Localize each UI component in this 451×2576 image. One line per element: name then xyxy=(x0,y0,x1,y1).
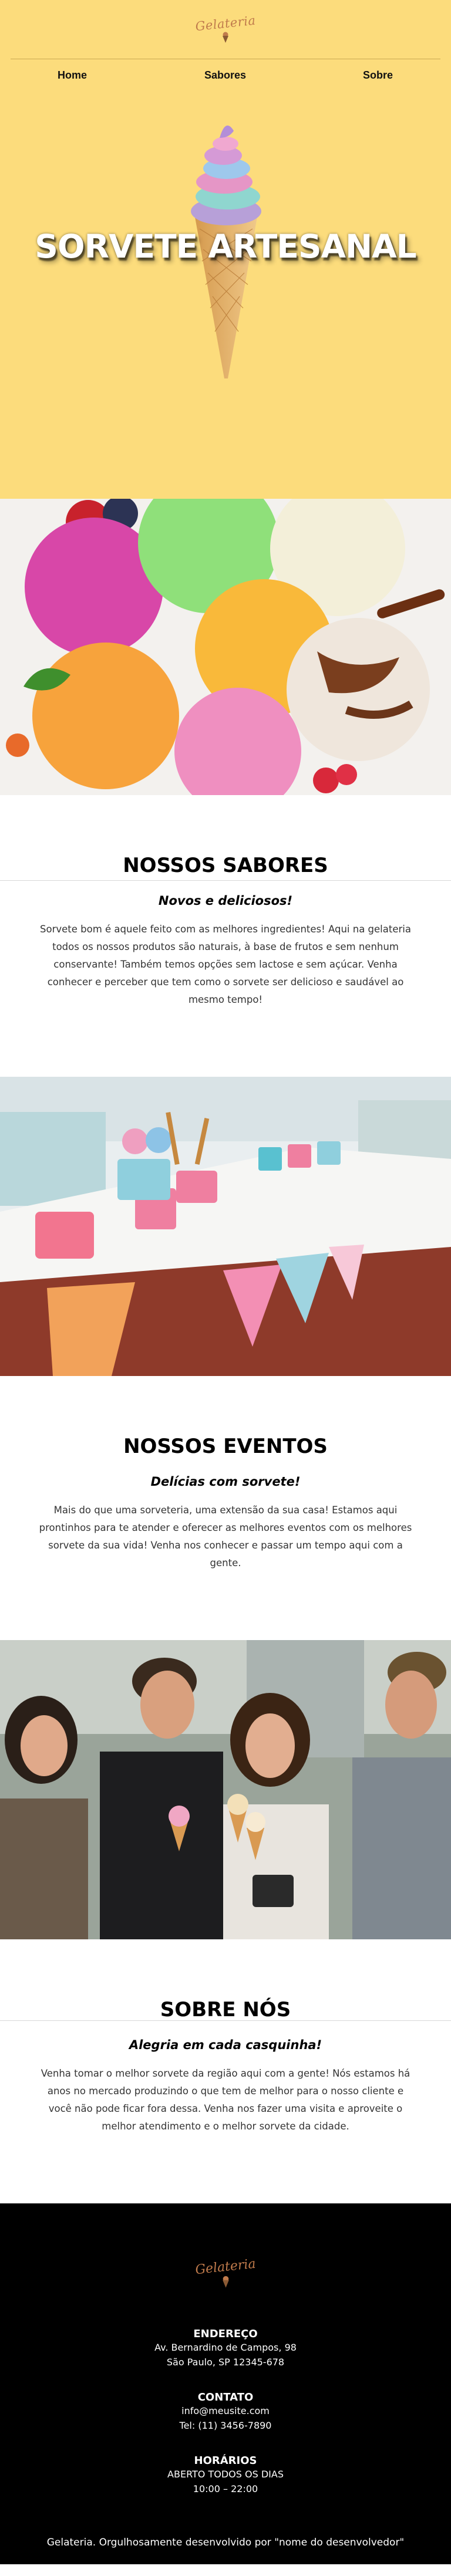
hero-title: SORVETE ARTESANAL xyxy=(35,228,416,265)
footer-logo[interactable]: Gelateria xyxy=(0,2203,451,2288)
contato-email[interactable]: info@meusite.com xyxy=(0,2403,451,2418)
contato-heading: CONTATO xyxy=(197,2391,254,2403)
sobre-subtitle: Alegria em cada casquinha! xyxy=(129,2038,322,2052)
site-logo[interactable]: Gelateria xyxy=(0,13,451,43)
sobre-section: SOBRE NÓS Alegria em cada casquinha! Ven… xyxy=(0,1939,451,2203)
sabores-text: Sorvete bom é aquele feito com as melhor… xyxy=(40,924,411,1005)
logo-text: Gelateria xyxy=(194,13,257,34)
sabores-title: NOSSOS SABORES xyxy=(123,854,328,877)
eventos-section: NOSSOS EVENTOS Delícias com sorvete! Mai… xyxy=(0,1376,451,1640)
sabores-subtitle: Novos e deliciosos! xyxy=(158,894,293,908)
nav-home[interactable]: Home xyxy=(58,69,87,82)
horarios-heading: HORÁRIOS xyxy=(194,2455,257,2467)
ice-cream-scoops-photo xyxy=(0,499,451,795)
sobre-title: SOBRE NÓS xyxy=(160,1998,291,2021)
footer-copyright: Gelateria. Orgulhosamente desenvolvido p… xyxy=(46,2537,405,2548)
eventos-title: NOSSOS EVENTOS xyxy=(123,1435,328,1458)
main-nav: Home Sabores Sobre xyxy=(0,69,451,83)
endereco-heading: ENDEREÇO xyxy=(193,2328,258,2340)
horarios-line-1: ABERTO TODOS OS DIAS xyxy=(167,2469,284,2480)
endereco-line-1: Av. Bernardino de Campos, 98 xyxy=(154,2342,297,2353)
site-footer: Gelateria ENDEREÇO Av. Bernardino de Cam… xyxy=(0,2203,451,2564)
page: Gelateria Home Sabores Sobre SORVETE ART… xyxy=(0,0,451,2564)
hero-section: Gelateria Home Sabores Sobre SORVETE ART… xyxy=(0,0,451,499)
sobre-text: Venha tomar o melhor sorvete da região a… xyxy=(41,2068,410,2132)
footer-contact: CONTATO info@meusite.com Tel: (11) 3456-… xyxy=(0,2391,451,2433)
party-table-photo xyxy=(0,1077,451,1376)
nav-sabores[interactable]: Sabores xyxy=(204,69,246,82)
contato-phone[interactable]: Tel: (11) 3456-7890 xyxy=(0,2418,451,2433)
sabores-section: NOSSOS SABORES Novos e deliciosos! Sorve… xyxy=(0,795,451,1077)
footer-hours: HORÁRIOS ABERTO TODOS OS DIAS 10:00 – 22… xyxy=(0,2455,451,2496)
footer-address: ENDEREÇO Av. Bernardino de Campos, 98 Sã… xyxy=(0,2328,451,2369)
eventos-subtitle: Delícias com sorvete! xyxy=(150,1475,301,1489)
eventos-text: Mais do que uma sorveteria, uma extensão… xyxy=(39,1505,412,1568)
friends-photo xyxy=(0,1640,451,1939)
ice-cream-cone-icon xyxy=(223,32,228,43)
horarios-line-2: 10:00 – 22:00 xyxy=(193,2483,258,2494)
footer-logo-text: Gelateria xyxy=(194,2256,257,2278)
endereco-line-2: São Paulo, SP 12345-678 xyxy=(166,2357,285,2368)
section-divider xyxy=(0,880,451,881)
ice-cream-cone-icon xyxy=(222,2276,229,2288)
nav-sobre[interactable]: Sobre xyxy=(363,69,393,82)
